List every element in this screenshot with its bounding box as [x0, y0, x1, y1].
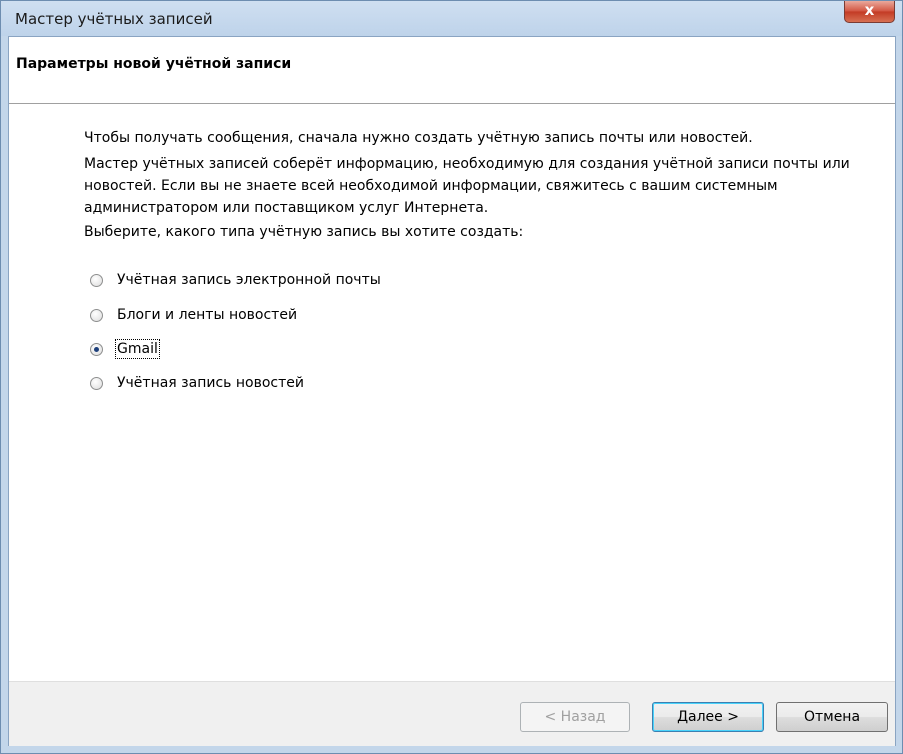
cancel-button[interactable]: Отмена	[776, 702, 888, 732]
radio-label[interactable]: Gmail	[115, 339, 160, 359]
window-title: Мастер учётных записей	[15, 10, 213, 28]
next-button[interactable]: Далее >	[652, 702, 764, 732]
account-wizard-window: Мастер учётных записей x Параметры новой…	[0, 0, 903, 754]
radio-option-email[interactable]: Учётная запись электронной почты	[90, 269, 381, 291]
wizard-header: Параметры новой учётной записи	[9, 37, 895, 104]
radio-label[interactable]: Учётная запись новостей	[117, 375, 304, 391]
account-type-prompt: Выберите, какого типа учётную запись вы …	[84, 224, 524, 240]
radio-button[interactable]	[90, 376, 103, 390]
back-button[interactable]: < Назад	[520, 702, 630, 732]
wizard-content: Чтобы получать сообщения, сначала нужно …	[9, 104, 895, 681]
close-icon: x	[864, 1, 875, 19]
radio-label[interactable]: Блоги и ленты новостей	[117, 307, 297, 323]
description-text: Мастер учётных записей соберёт информаци…	[84, 156, 850, 216]
radio-option-news[interactable]: Учётная запись новостей	[90, 372, 304, 394]
radio-label[interactable]: Учётная запись электронной почты	[117, 272, 381, 288]
wizard-footer: < Назад Далее > Отмена	[9, 681, 895, 746]
wizard-body: Параметры новой учётной записи Чтобы пол…	[8, 36, 896, 746]
page-title: Параметры новой учётной записи	[16, 56, 292, 72]
close-button[interactable]: x	[844, 1, 895, 23]
radio-option-gmail[interactable]: Gmail	[90, 338, 160, 360]
radio-option-blogs[interactable]: Блоги и ленты новостей	[90, 304, 297, 326]
radio-button-selected[interactable]	[90, 342, 103, 356]
title-bar[interactable]: Мастер учётных записей x	[1, 1, 902, 36]
radio-button[interactable]	[90, 273, 103, 287]
radio-button[interactable]	[90, 308, 103, 322]
intro-text: Чтобы получать сообщения, сначала нужно …	[84, 130, 753, 146]
